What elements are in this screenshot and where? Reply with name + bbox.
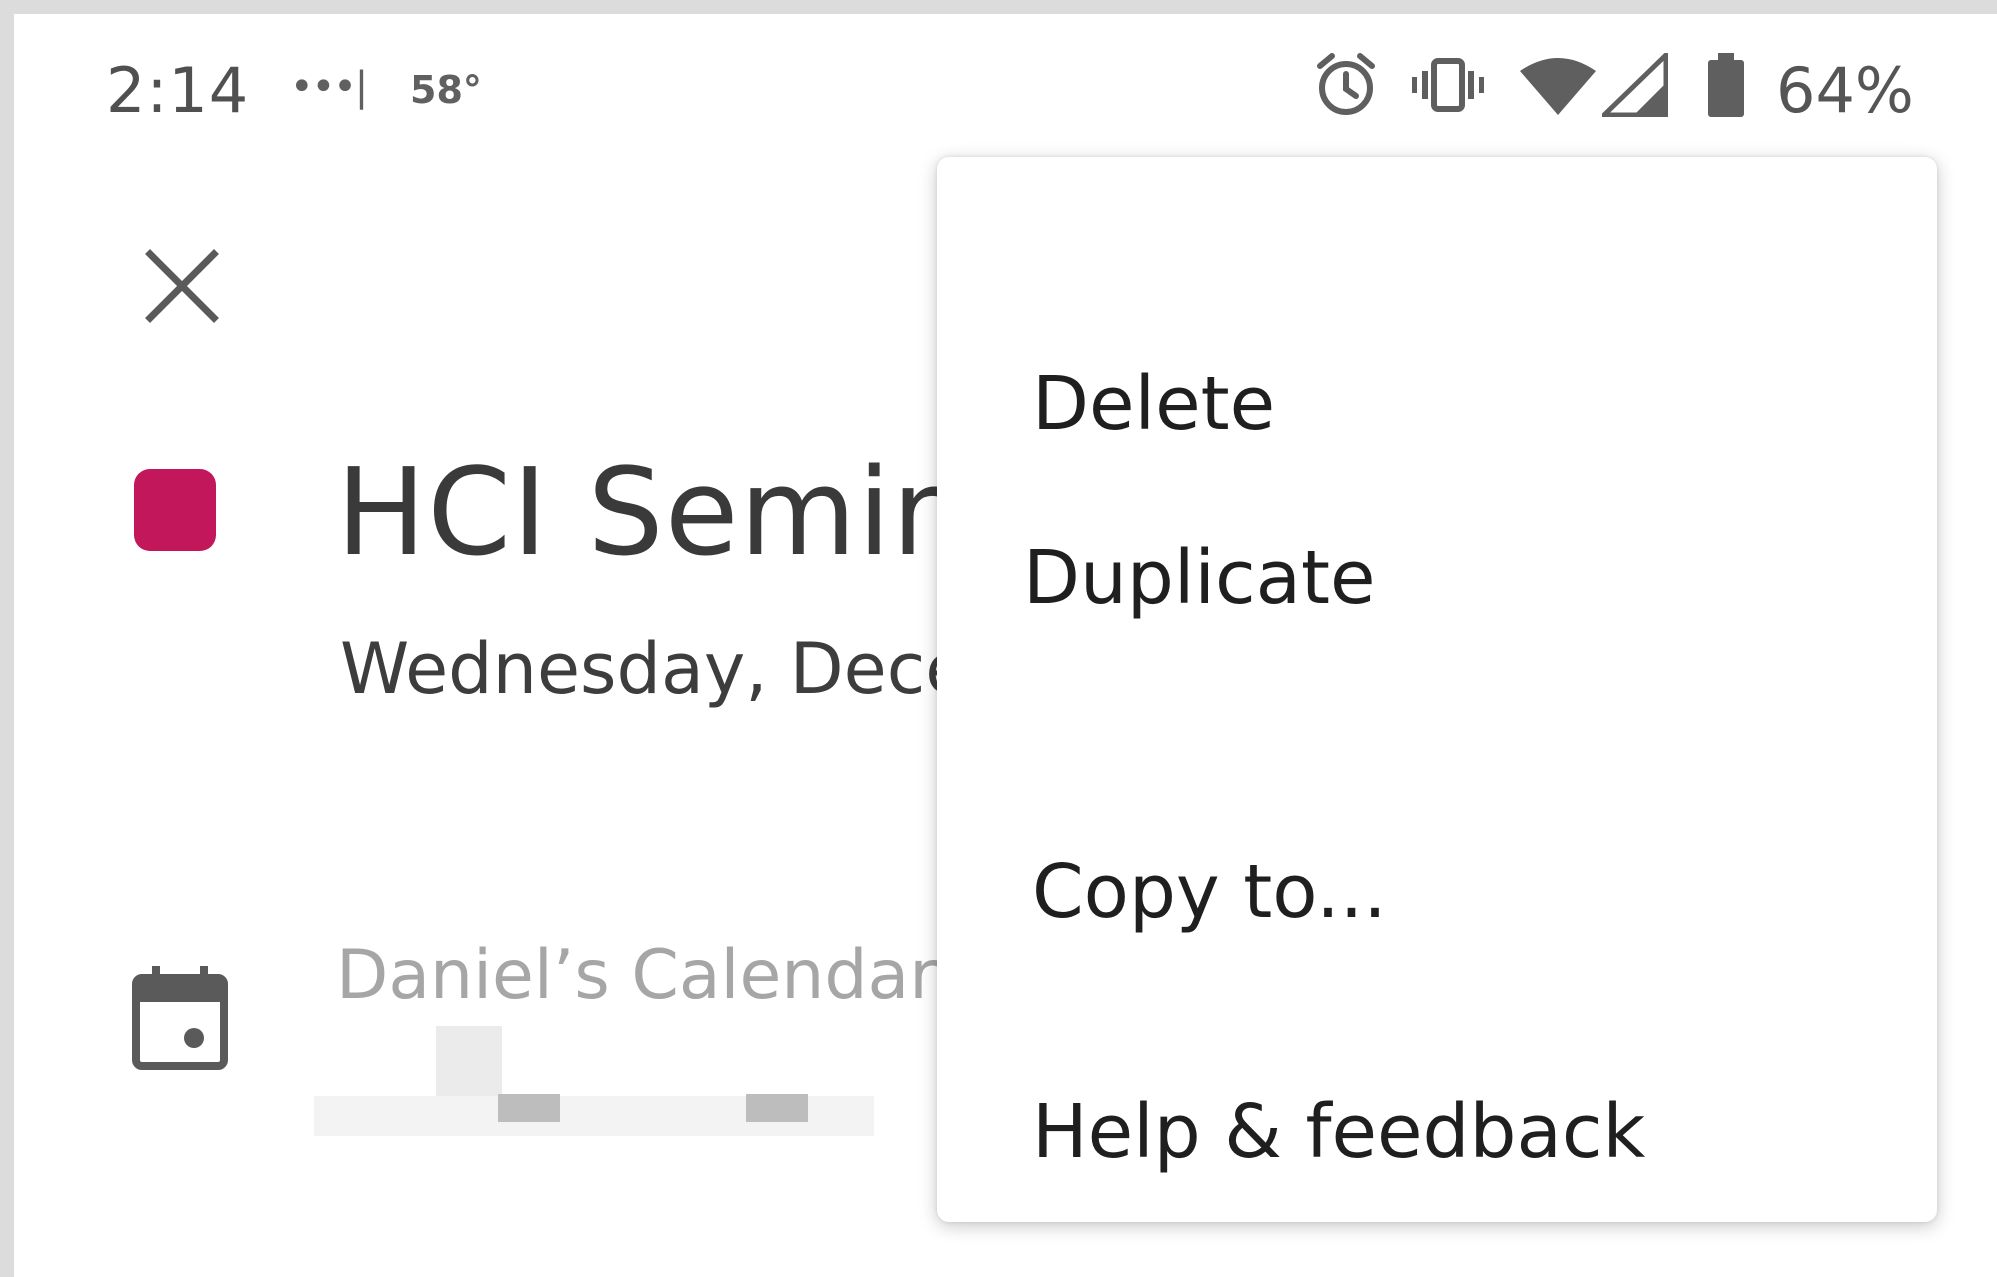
battery-percentage: 64% [1776, 54, 1914, 127]
menu-item-label: Delete [1032, 361, 1276, 447]
menu-item-copy-to[interactable]: Copy to... [937, 817, 1937, 967]
menu-item-help-feedback[interactable]: Help & feedback [937, 1057, 1937, 1207]
status-signal-dots: •••| [290, 64, 368, 110]
calendar-name: Daniel’s Calendar [336, 936, 938, 1015]
vibrate-icon [1410, 55, 1486, 115]
event-details-screen: 2:14 •••| 58° 64% HCI Seminar Wednesday,… [14, 14, 1997, 1277]
close-button[interactable] [132, 236, 232, 336]
menu-item-label: Copy to... [1032, 849, 1387, 935]
status-temperature: 58° [410, 68, 482, 112]
menu-item-delete[interactable]: Delete [937, 329, 1937, 479]
status-icons [1314, 50, 1778, 120]
wifi-icon [1518, 53, 1598, 117]
menu-item-label: Help & feedback [1032, 1089, 1646, 1175]
calendar-icon [132, 964, 228, 1074]
alarm-icon [1314, 50, 1378, 120]
cell-signal-icon [1602, 53, 1668, 117]
overflow-menu: Delete Duplicate Copy to... Help & feedb… [937, 157, 1937, 1222]
menu-item-label: Duplicate [1023, 535, 1376, 621]
event-color-swatch [134, 469, 216, 551]
status-time: 2:14 [106, 54, 250, 127]
battery-icon [1706, 51, 1746, 119]
blurred-content [746, 1094, 808, 1122]
menu-item-duplicate[interactable]: Duplicate [937, 503, 1937, 653]
blurred-content [498, 1094, 560, 1122]
close-icon [145, 249, 219, 323]
